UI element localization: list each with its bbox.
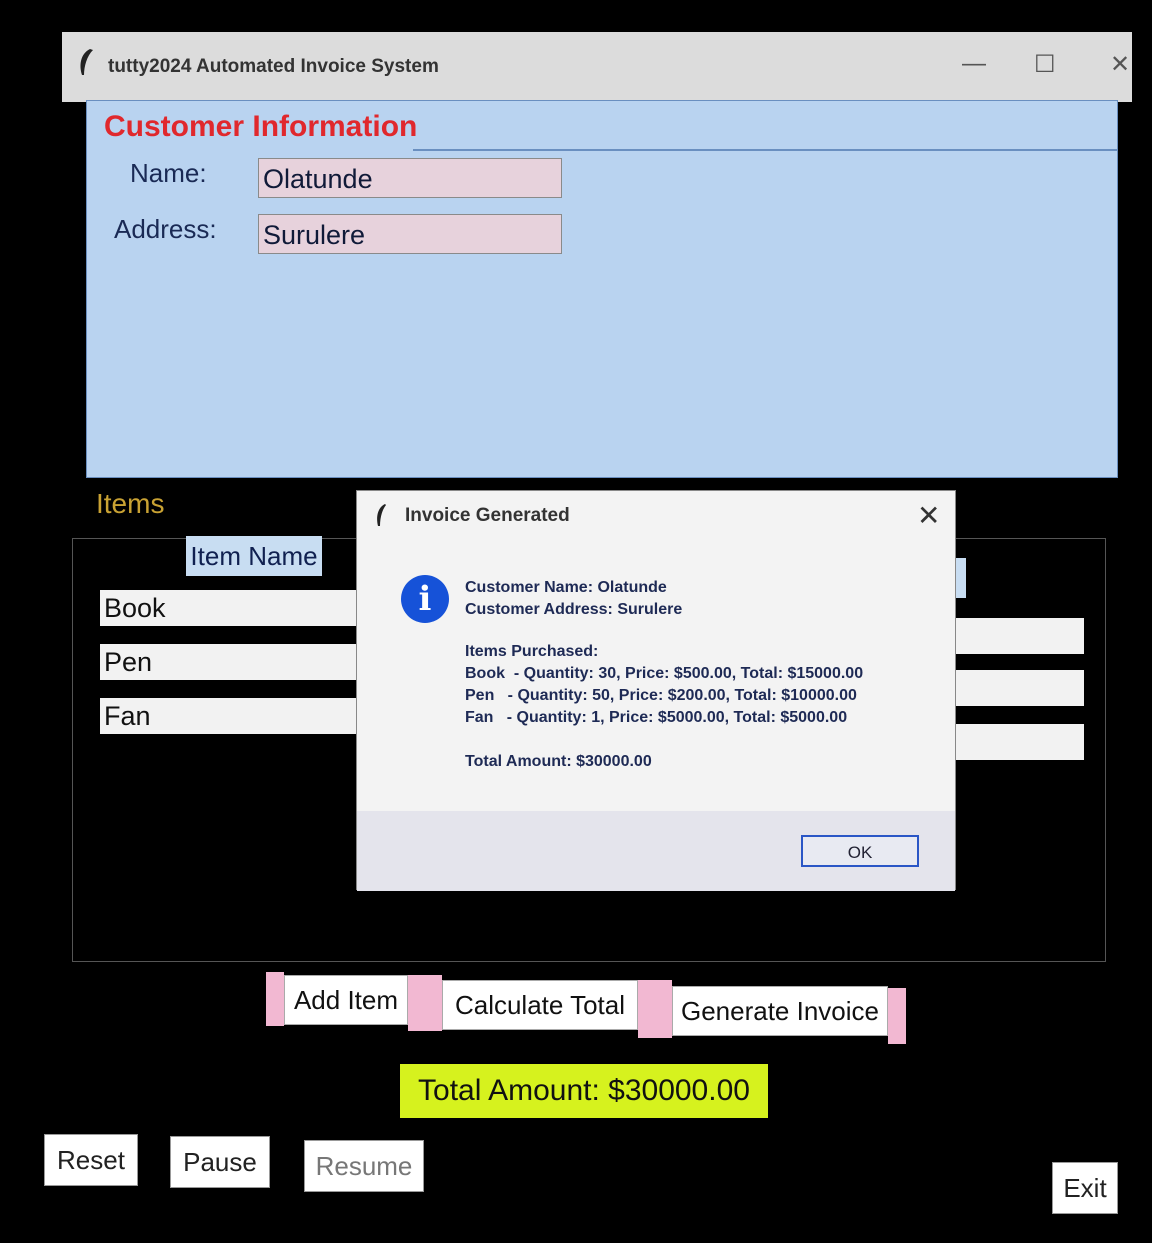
button-spacer xyxy=(266,972,284,1026)
dialog-customer-address: Customer Address: Surulere xyxy=(465,601,683,618)
items-heading: Items xyxy=(96,488,165,519)
ok-button[interactable]: OK xyxy=(801,835,919,867)
button-spacer xyxy=(408,975,442,1031)
invoice-dialog: Invoice Generated ✕ i Customer Name: Ola… xyxy=(356,490,956,891)
dialog-item-line: Book - Quantity: 30, Price: $500.00, Tot… xyxy=(465,665,864,682)
title-bar: tutty2024 Automated Invoice System — ☐ ✕ xyxy=(62,32,1132,102)
dialog-total: Total Amount: $30000.00 xyxy=(465,753,652,770)
customer-info-legend: Customer Information xyxy=(104,110,418,143)
maximize-button[interactable]: ☐ xyxy=(1034,50,1056,79)
total-amount-display: Total Amount: $30000.00 xyxy=(400,1064,768,1118)
name-field[interactable]: Olatunde xyxy=(258,158,562,198)
customer-info-panel xyxy=(86,100,1118,478)
address-label: Address: xyxy=(114,214,217,244)
item-row-2-right-field[interactable] xyxy=(950,670,1084,706)
dialog-item-line: Pen - Quantity: 50, Price: $200.00, Tota… xyxy=(465,687,857,704)
dialog-close-icon[interactable]: ✕ xyxy=(917,499,940,532)
feather-icon xyxy=(80,49,93,75)
pause-button[interactable]: Pause xyxy=(170,1136,270,1188)
dialog-customer-name: Customer Name: Olatunde xyxy=(465,579,667,596)
dialog-title: Invoice Generated xyxy=(405,505,570,526)
item-name-header: Item Name xyxy=(186,536,322,576)
resume-button[interactable]: Resume xyxy=(304,1140,424,1192)
close-button[interactable]: ✕ xyxy=(1110,50,1130,79)
button-spacer xyxy=(638,980,672,1038)
button-spacer xyxy=(888,988,906,1044)
add-item-button[interactable]: Add Item xyxy=(284,975,408,1025)
address-field[interactable]: Surulere xyxy=(258,214,562,254)
item-row-1-right-field[interactable] xyxy=(950,618,1084,654)
exit-button[interactable]: Exit xyxy=(1052,1162,1118,1214)
window-title: tutty2024 Automated Invoice System xyxy=(108,56,439,77)
item-row-2[interactable]: Pen xyxy=(100,644,360,680)
item-row-3[interactable]: Fan xyxy=(100,698,360,734)
name-label: Name: xyxy=(130,158,207,188)
dialog-items-heading: Items Purchased: xyxy=(465,643,599,660)
dialog-item-line: Fan - Quantity: 1, Price: $5000.00, Tota… xyxy=(465,709,848,726)
reset-button[interactable]: Reset xyxy=(44,1134,138,1186)
panel-border-line xyxy=(413,149,1117,151)
info-icon: i xyxy=(401,575,449,623)
item-row-1[interactable]: Book xyxy=(100,590,360,626)
generate-invoice-button[interactable]: Generate Invoice xyxy=(672,986,888,1036)
feather-icon xyxy=(377,504,386,526)
calculate-total-button[interactable]: Calculate Total xyxy=(442,980,638,1030)
item-row-3-right-field[interactable] xyxy=(950,724,1084,760)
minimize-button[interactable]: — xyxy=(962,50,986,78)
